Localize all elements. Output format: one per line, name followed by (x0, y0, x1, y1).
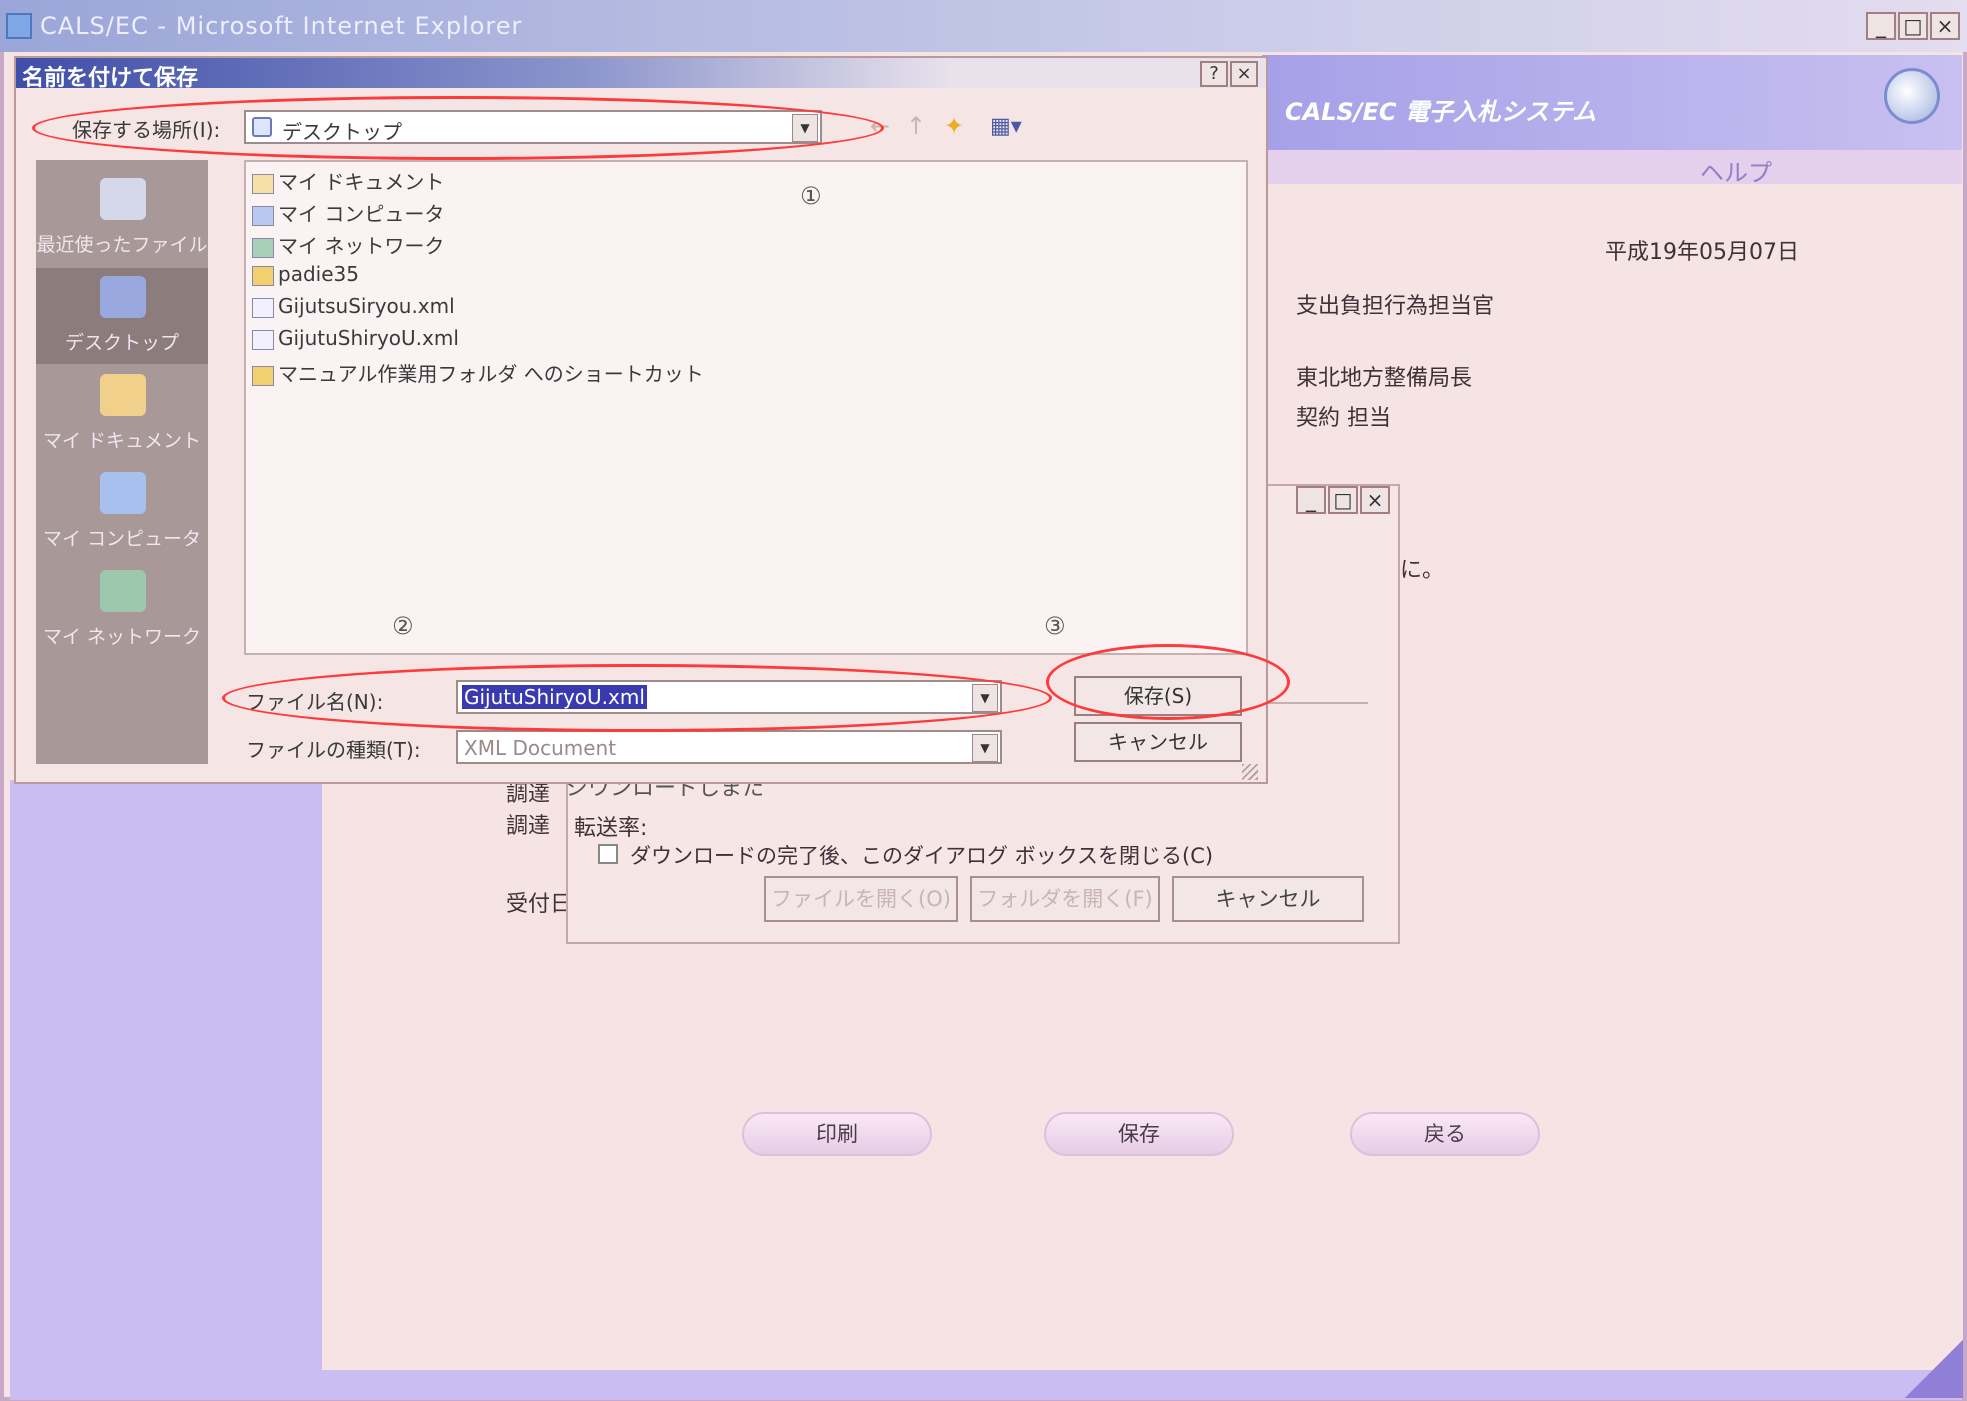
recipient-line-1: 支出負担行為担当官 (1296, 294, 1495, 319)
my-network-icon (100, 570, 146, 612)
xml-file-icon (252, 329, 274, 350)
place-my-computer-label: マイ コンピュータ (42, 528, 202, 550)
place-my-network[interactable]: マイ ネットワーク (36, 562, 208, 658)
computer-icon (252, 205, 274, 226)
list-item[interactable]: GijutsuSiryou.xml (252, 294, 455, 318)
place-my-computer[interactable]: マイ コンピュータ (36, 464, 208, 560)
partial-label-2: 調達 (506, 814, 551, 839)
cals-logo-icon (1884, 68, 1940, 124)
download-maximize-button[interactable]: □ (1328, 486, 1358, 514)
page-footer-bar (322, 1370, 1962, 1400)
page-left-sidebar (10, 780, 322, 1400)
page-save-button[interactable]: 保存 (1044, 1112, 1234, 1156)
resize-grip[interactable] (1242, 764, 1258, 780)
file-name: padie35 (278, 262, 359, 286)
partial-body-text: に。 (1400, 558, 1445, 583)
list-item[interactable]: マイ ドキュメント (252, 166, 444, 195)
minimize-button[interactable]: _ (1866, 12, 1896, 40)
place-recent-label: 最近使ったファイル (36, 234, 208, 256)
file-name: GijutuShiryoU.xml (278, 326, 459, 350)
place-desktop-label: デスクトップ (64, 332, 179, 354)
folder-icon (252, 173, 274, 194)
desktop-place-icon (100, 276, 146, 318)
list-item[interactable]: padie35 (252, 262, 359, 286)
up-folder-icon[interactable]: ↑ (906, 112, 936, 142)
back-button[interactable]: 戻る (1350, 1112, 1540, 1156)
place-my-documents-label: マイ ドキュメント (42, 430, 202, 452)
file-name: マイ ネットワーク (278, 234, 445, 258)
ie-icon (6, 13, 32, 39)
file-name: マイ コンピュータ (278, 202, 445, 226)
help-link[interactable]: ヘルプ (1700, 153, 1772, 188)
filetype-value: XML Document (464, 736, 617, 760)
download-close-button[interactable]: × (1360, 486, 1390, 514)
help-bar (1262, 150, 1962, 184)
xml-file-icon (252, 297, 274, 318)
file-name: GijutsuSiryou.xml (278, 294, 455, 318)
list-item[interactable]: GijutuShiryoU.xml (252, 326, 459, 350)
system-title: CALS/EC 電子入札システム (1285, 98, 1597, 126)
list-item[interactable]: マニュアル作業用フォルダ へのショートカット (252, 358, 704, 387)
place-my-network-label: マイ ネットワーク (42, 626, 202, 648)
download-minimize-button[interactable]: _ (1296, 486, 1326, 514)
shortcut-folder-icon (252, 365, 274, 386)
help-question-button[interactable]: ? (1200, 61, 1228, 87)
document-date: 平成19年05月07日 (1605, 240, 1799, 265)
filetype-select[interactable]: XML Document ▼ (456, 730, 1002, 764)
maximize-button[interactable]: □ (1898, 12, 1928, 40)
annotation-mark-3: ③ (1044, 612, 1066, 640)
annotation-mark-2: ② (392, 612, 414, 640)
close-on-complete-label: ダウンロードの完了後、このダイアログ ボックスを閉じる(C) (630, 844, 1214, 868)
recipient-line-2: 東北地方整備局長 (1296, 366, 1473, 391)
recent-files-icon (100, 178, 146, 220)
place-my-documents[interactable]: マイ ドキュメント (36, 366, 208, 462)
my-documents-icon (100, 374, 146, 416)
save-dialog-title: 名前を付けて保存 (22, 66, 199, 91)
download-cancel-button[interactable]: キャンセル (1172, 876, 1364, 922)
folder-icon (252, 265, 274, 286)
print-button[interactable]: 印刷 (742, 1112, 932, 1156)
footer-corner-decoration (1905, 1340, 1963, 1398)
ie-title-bar: CALS/EC - Microsoft Internet Explorer (0, 0, 1967, 52)
list-item[interactable]: マイ コンピュータ (252, 198, 444, 227)
filetype-label: ファイルの種類(T): (246, 738, 421, 762)
transfer-rate-label: 転送率: (574, 816, 648, 841)
new-folder-icon[interactable]: ✦ (944, 112, 978, 142)
annotation-mark-1: ① (800, 182, 822, 210)
places-bar: 最近使ったファイル デスクトップ マイ ドキュメント マイ コンピュータ マイ … (36, 160, 208, 764)
file-list[interactable]: マイ ドキュメント マイ コンピュータ マイ ネットワーク padie35 Gi… (244, 160, 1248, 655)
ie-title-text: CALS/EC - Microsoft Internet Explorer (40, 12, 523, 40)
open-file-button[interactable]: ファイルを開く(O) (764, 876, 958, 922)
cancel-button[interactable]: キャンセル (1074, 722, 1242, 762)
list-item[interactable]: マイ ネットワーク (252, 230, 444, 259)
partial-label-3: 受付日 (506, 892, 573, 917)
place-desktop[interactable]: デスクトップ (36, 268, 208, 364)
recipient-line-3: 契約 担当 (1296, 406, 1391, 431)
download-progress-divider (1268, 702, 1368, 704)
place-recent[interactable]: 最近使ったファイル (36, 170, 208, 266)
save-dialog-close-button[interactable]: × (1230, 61, 1258, 87)
file-name: マイ ドキュメント (278, 170, 445, 194)
annotation-circle-save-in (32, 96, 884, 160)
save-dialog-title-bar: 名前を付けて保存 (16, 58, 1266, 91)
file-name: マニュアル作業用フォルダ へのショートカット (278, 362, 704, 386)
my-computer-icon (100, 472, 146, 514)
view-menu-icon[interactable]: ▦▾ (990, 114, 1028, 142)
network-icon (252, 237, 274, 258)
close-on-complete-checkbox[interactable] (598, 844, 618, 864)
chevron-down-icon[interactable]: ▼ (972, 734, 998, 762)
annotation-circle-filename (222, 664, 1052, 732)
close-button[interactable]: × (1930, 12, 1960, 40)
annotation-circle-save-button (1046, 644, 1290, 720)
open-folder-button[interactable]: フォルダを開く(F) (970, 876, 1160, 922)
